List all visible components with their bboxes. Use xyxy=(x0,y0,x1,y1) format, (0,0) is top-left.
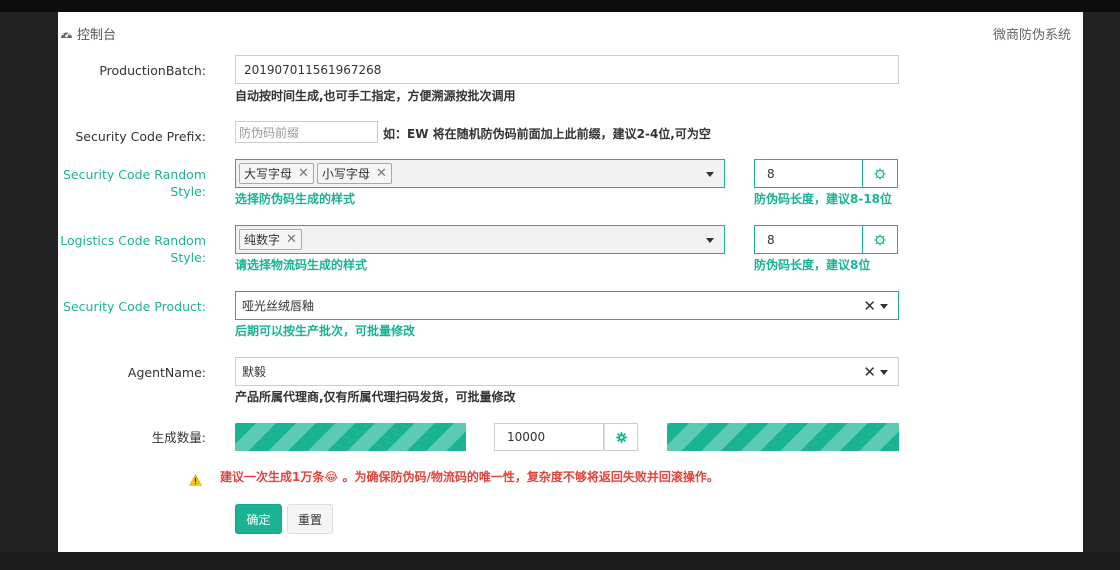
logistics-code-length-input[interactable]: 8 xyxy=(754,225,863,254)
security-prefix-input[interactable]: 防伪码前缀 xyxy=(235,121,378,143)
tag-remove-icon[interactable]: ✕ xyxy=(376,166,387,181)
security-product-value: 哑光丝绒唇釉 xyxy=(242,299,315,313)
security-random-style-label-line2: Style: xyxy=(170,184,206,199)
quantity-input[interactable]: 10000 xyxy=(494,423,604,451)
tag-uppercase[interactable]: 大写字母 ✕ xyxy=(239,163,314,184)
security-code-length-refresh-button[interactable] xyxy=(863,159,898,188)
production-batch-label: ProductionBatch: xyxy=(99,63,206,78)
security-random-style-label: Security Code Random Style: xyxy=(58,166,206,200)
logistics-code-length-refresh-button[interactable] xyxy=(863,225,898,254)
tag-remove-icon[interactable]: ✕ xyxy=(298,166,309,181)
security-prefix-label: Security Code Prefix: xyxy=(75,129,206,144)
breadcrumb[interactable]: 控制台 xyxy=(60,24,116,43)
tag-label: 大写字母 xyxy=(244,167,293,181)
production-batch-help: 自动按时间生成,也可手工指定，方便溯源按批次调用 xyxy=(235,89,516,103)
submit-button[interactable]: 确定 xyxy=(235,504,282,534)
clear-icon[interactable]: ✕ xyxy=(863,363,876,381)
chevron-down-icon[interactable] xyxy=(880,303,888,309)
security-prefix-help: 如：EW 将在随机防伪码前面加上此前缀，建议2-4位,可为空 xyxy=(383,127,711,141)
chevron-down-icon[interactable] xyxy=(706,171,714,177)
tag-numeric[interactable]: 纯数字 ✕ xyxy=(239,229,302,250)
chevron-down-icon[interactable] xyxy=(880,369,888,375)
reset-button[interactable]: 重置 xyxy=(287,504,333,534)
logistics-random-style-label-line1: Logistics Code Random xyxy=(60,233,206,248)
gear-icon xyxy=(615,431,627,443)
system-title: 微商防伪系统 xyxy=(992,28,1071,43)
logistics-random-style-select[interactable]: 纯数字 ✕ xyxy=(235,225,725,254)
logistics-random-style-label: Logistics Code Random Style: xyxy=(58,232,206,266)
agent-name-value: 默毅 xyxy=(242,365,267,379)
logistics-random-style-label-line2: Style: xyxy=(170,250,206,265)
security-code-length-help: 防伪码长度，建议8-18位 xyxy=(754,192,893,206)
production-batch-input[interactable]: 201907011561967268 xyxy=(235,55,899,84)
window-bottom-bar xyxy=(0,552,1120,570)
security-product-help: 后期可以按生产批次，可批量修改 xyxy=(235,324,416,338)
tag-remove-icon[interactable]: ✕ xyxy=(286,232,297,247)
warning-text: 建议一次生成1万条😂 。为确保防伪码/物流码的唯一性，复杂度不够将返回失败并回滚… xyxy=(220,470,719,484)
agent-name-label: AgentName: xyxy=(127,365,206,380)
window-top-bar xyxy=(0,0,1120,12)
tag-lowercase[interactable]: 小写字母 ✕ xyxy=(316,163,392,184)
gear-outline-icon xyxy=(874,234,886,245)
security-product-label: Security Code Product: xyxy=(63,299,206,314)
security-random-style-label-line1: Security Code Random xyxy=(62,167,206,182)
tag-label: 纯数字 xyxy=(244,233,281,247)
security-random-style-select[interactable]: 大写字母 ✕ 小写字母 ✕ xyxy=(235,159,725,188)
breadcrumb-label: 控制台 xyxy=(77,28,117,43)
logistics-code-length-help: 防伪码长度，建议8位 xyxy=(754,258,871,272)
agent-name-select[interactable]: 默毅 ✕ xyxy=(235,357,899,386)
gear-outline-icon xyxy=(874,168,886,179)
quantity-slider-track-left[interactable] xyxy=(235,423,466,451)
quantity-settings-button[interactable] xyxy=(604,423,638,451)
dashboard-icon xyxy=(61,31,72,38)
warning-icon xyxy=(189,474,202,486)
quantity-label: 生成数量: xyxy=(151,430,206,445)
main-panel: 控制台 微商防伪系统 ProductionBatch: 201907011561… xyxy=(58,12,1083,552)
quantity-slider-track-right[interactable] xyxy=(667,423,899,451)
tag-label: 小写字母 xyxy=(321,167,370,181)
clear-icon[interactable]: ✕ xyxy=(863,297,876,315)
logistics-random-style-help: 请选择物流码生成的样式 xyxy=(235,258,368,272)
chevron-down-icon[interactable] xyxy=(706,237,714,243)
security-product-select[interactable]: 哑光丝绒唇釉 ✕ xyxy=(235,291,899,320)
agent-name-help: 产品所属代理商,仅有所属代理扫码发货，可批量修改 xyxy=(235,390,516,404)
security-random-style-help: 选择防伪码生成的样式 xyxy=(235,192,356,206)
security-code-length-input[interactable]: 8 xyxy=(754,159,863,188)
